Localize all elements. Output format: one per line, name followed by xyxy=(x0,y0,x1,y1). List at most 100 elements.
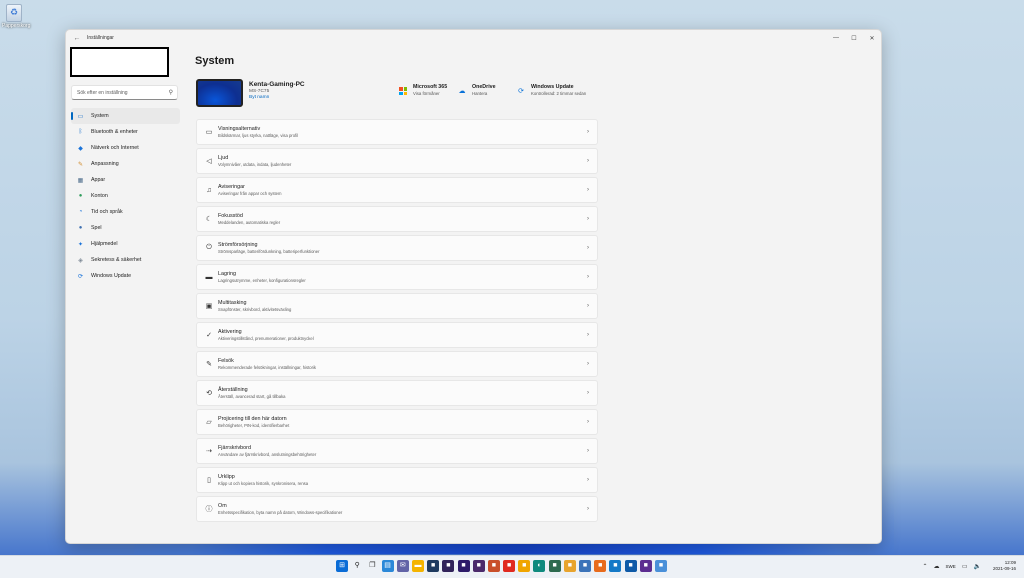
brush-icon: ✎ xyxy=(77,161,84,168)
quick-link-windows-update[interactable]: ⟳ Windows Update Kontrollerad: 2 timmar … xyxy=(516,84,586,96)
check-circle-icon: ✓ xyxy=(206,332,212,339)
sidebar-item-apps[interactable]: ▦ Appar xyxy=(71,172,180,188)
card-title: Aktivering xyxy=(218,329,242,335)
taskbar-app-icon[interactable]: ■ xyxy=(579,560,591,572)
quick-link-title: Microsoft 365 xyxy=(413,84,448,90)
info-icon: ⓘ xyxy=(205,506,213,513)
sidebar-item-label: Hjälpmedel xyxy=(91,241,118,247)
sidebar-item-globe-clock[interactable]: ◔ Tid och språk xyxy=(71,204,180,220)
chevron-right-icon: › xyxy=(587,477,589,483)
card-title: Ljud xyxy=(218,155,229,161)
settings-card-multitasking[interactable]: ▣ Multitasking Snapfönster, skrivbord, akt… xyxy=(196,293,598,319)
language-indicator[interactable]: SWE xyxy=(946,564,956,569)
card-subtitle: Återställ, avancerad start, gå tillbaka xyxy=(218,394,286,399)
taskbar-app-icon[interactable]: ■ xyxy=(594,560,607,572)
settings-card-moon[interactable]: ☾ Fokusstöd Meddelanden, automatiska regle… xyxy=(196,206,598,232)
sidebar-item-label: Spel xyxy=(91,225,102,231)
card-subtitle: Bildskärmar, ljus styrka, nattläge, visa… xyxy=(218,133,299,138)
device-model: MS-7C75 xyxy=(249,89,270,94)
settings-card-power[interactable]: ⏻ Strömförsörjning Strömsparläge, batterif… xyxy=(196,235,598,261)
card-title: Återställning xyxy=(218,387,248,393)
shield-icon: ◈ xyxy=(78,257,83,264)
settings-card-check-circle[interactable]: ✓ Aktivering Aktiveringstillstånd, prenume… xyxy=(196,322,598,348)
quick-link-subtitle: Visa förmåner xyxy=(413,91,440,96)
sidebar-item-windows-update[interactable]: ⟳ Windows Update xyxy=(71,268,180,284)
taskbar-search-icon[interactable]: ⚲ xyxy=(351,560,363,572)
settings-card-remote-desktop[interactable]: ⇢ Fjärrskrivbord Användare av fjärrskrivbo… xyxy=(196,438,598,464)
taskbar-app-icon[interactable]: ■ xyxy=(503,560,516,572)
chevron-up-icon[interactable]: ⌃ xyxy=(923,563,928,570)
settings-card-storage[interactable]: ▬ Lagring Lagringsutrymme, enheter, konfig… xyxy=(196,264,598,290)
sidebar-item-accessibility[interactable]: ✦ Hjälpmedel xyxy=(71,236,180,252)
card-title: Projicering till den här datorn xyxy=(218,416,287,422)
settings-card-info[interactable]: ⓘ Om Enhetsspecifikation, byta namn på dat… xyxy=(196,496,598,522)
taskbar-task-view-icon[interactable]: ❐ xyxy=(366,560,378,572)
minimize-button[interactable]: — xyxy=(827,35,845,42)
taskbar-start-icon[interactable]: ⊞ xyxy=(336,560,348,572)
sidebar-item-label: Bluetooth & enheter xyxy=(91,129,138,135)
taskbar-app-icon[interactable]: ■ xyxy=(654,560,667,572)
taskbar-apps: ⊞ ⚲ ❐ ▤ ✉ ▬ ■ ■ ■ ■ ■ ■ ■ ◐ ■ ■ ■ ■ ■ ■ ■ ■ xyxy=(336,560,670,572)
clock[interactable]: 12:09 2021-09-16 xyxy=(993,560,1016,572)
taskbar-widgets-icon[interactable]: ▤ xyxy=(381,560,394,572)
desktop-recycle-bin[interactable]: ♻ Papperskorg xyxy=(2,2,31,29)
sidebar-item-account[interactable]: ● Konton xyxy=(71,188,180,204)
settings-card-speaker[interactable]: ◁ Ljud Volymnivåer, utdata, indata, ljuden… xyxy=(196,148,598,174)
sidebar-item-shield[interactable]: ◈ Sekretess & säkerhet xyxy=(71,252,180,268)
taskbar-app-icon[interactable]: ■ xyxy=(624,560,637,572)
sidebar-item-label: Appar xyxy=(91,177,106,183)
chevron-right-icon: › xyxy=(587,361,589,367)
system-tray: ⌃ ☁ SWE ▭ 🔈 12:09 2021-09-16 xyxy=(923,560,1016,572)
sidebar-item-label: Anpassning xyxy=(91,161,119,167)
quick-link-microsoft365[interactable]: Microsoft 365 Visa förmåner xyxy=(398,84,447,96)
chevron-right-icon: › xyxy=(587,158,589,164)
card-subtitle: Snapfönster, skrivbord, aktivitetsväxlin… xyxy=(218,307,292,312)
rename-link[interactable]: Byt namn xyxy=(249,95,305,100)
taskbar-app-icon[interactable]: ■ xyxy=(639,560,652,572)
taskbar-app-icon[interactable]: ■ xyxy=(472,560,485,572)
taskbar-app-icon[interactable]: ■ xyxy=(563,560,576,572)
storage-icon: ▬ xyxy=(205,273,213,281)
maximize-button[interactable]: ☐ xyxy=(845,35,863,42)
sidebar-item-bluetooth[interactable]: ᛒ Bluetooth & enheter xyxy=(71,124,180,140)
wifi-icon: ◆ xyxy=(78,145,83,152)
sidebar-item-wifi[interactable]: ◆ Nätverk och Internet xyxy=(71,140,180,156)
taskbar-app-icon[interactable]: ■ xyxy=(609,560,622,572)
speaker-icon: ◁ xyxy=(206,158,212,165)
settings-card-projection[interactable]: ▱ Projicering till den här datorn Behörigh… xyxy=(196,409,598,435)
taskbar-edge-icon[interactable]: ◐ xyxy=(533,560,546,572)
taskbar-app-icon[interactable]: ■ xyxy=(457,560,470,572)
remote-desktop-icon: ⇢ xyxy=(206,448,212,455)
account-icon: ● xyxy=(78,193,83,199)
settings-card-recovery[interactable]: ⟲ Återställning Återställ, avancerad start… xyxy=(196,380,598,406)
chevron-right-icon: › xyxy=(587,274,589,280)
settings-card-wrench[interactable]: ✎ Felsök Rekommenderade felsökningar, inst… xyxy=(196,351,598,377)
quick-link-onedrive[interactable]: ☁ OneDrive Hantera xyxy=(457,84,496,96)
close-button[interactable]: ✕ xyxy=(863,35,881,42)
taskbar-app-icon[interactable]: ■ xyxy=(442,560,455,572)
network-icon[interactable]: ▭ xyxy=(962,563,968,570)
sidebar-item-system[interactable]: ▭ System xyxy=(71,108,180,124)
settings-card-display[interactable]: ▭ Visningsalternativ Bildskärmar, ljus sty… xyxy=(196,119,598,145)
search-input[interactable]: Sök efter en inställning ⚲ xyxy=(71,85,178,100)
redacted-account-box xyxy=(70,47,169,77)
taskbar-app-icon[interactable]: ■ xyxy=(487,560,500,572)
card-subtitle: Volymnivåer, utdata, indata, ljudenheter xyxy=(218,162,292,167)
back-arrow-icon[interactable]: ← xyxy=(70,35,84,42)
taskbar-app-icon[interactable]: ■ xyxy=(548,560,561,572)
apps-icon: ▦ xyxy=(77,177,84,184)
taskbar-file-explorer-icon[interactable]: ▬ xyxy=(411,560,424,572)
sidebar-item-gaming[interactable]: ● Spel xyxy=(71,220,180,236)
card-subtitle: Lagringsutrymme, enheter, konfigurations… xyxy=(218,278,306,283)
sidebar-item-brush[interactable]: ✎ Anpassning xyxy=(71,156,180,172)
volume-icon[interactable]: 🔈 xyxy=(973,563,980,570)
recycle-bin-label: Papperskorg xyxy=(2,23,31,29)
taskbar-app-icon[interactable]: ■ xyxy=(518,560,531,572)
cloud-icon[interactable]: ☁ xyxy=(934,563,940,570)
sidebar-item-label: Nätverk och Internet xyxy=(91,145,139,151)
taskbar-app-icon[interactable]: ■ xyxy=(427,560,440,572)
window-title: Inställningar xyxy=(87,35,114,41)
settings-card-bell[interactable]: ♫ Aviseringar Aviseringar från appar och s… xyxy=(196,177,598,203)
settings-card-clipboard[interactable]: ▯ Urklipp Klipp ut och kopiera historik, s… xyxy=(196,467,598,493)
taskbar-chat-icon[interactable]: ✉ xyxy=(396,560,409,572)
